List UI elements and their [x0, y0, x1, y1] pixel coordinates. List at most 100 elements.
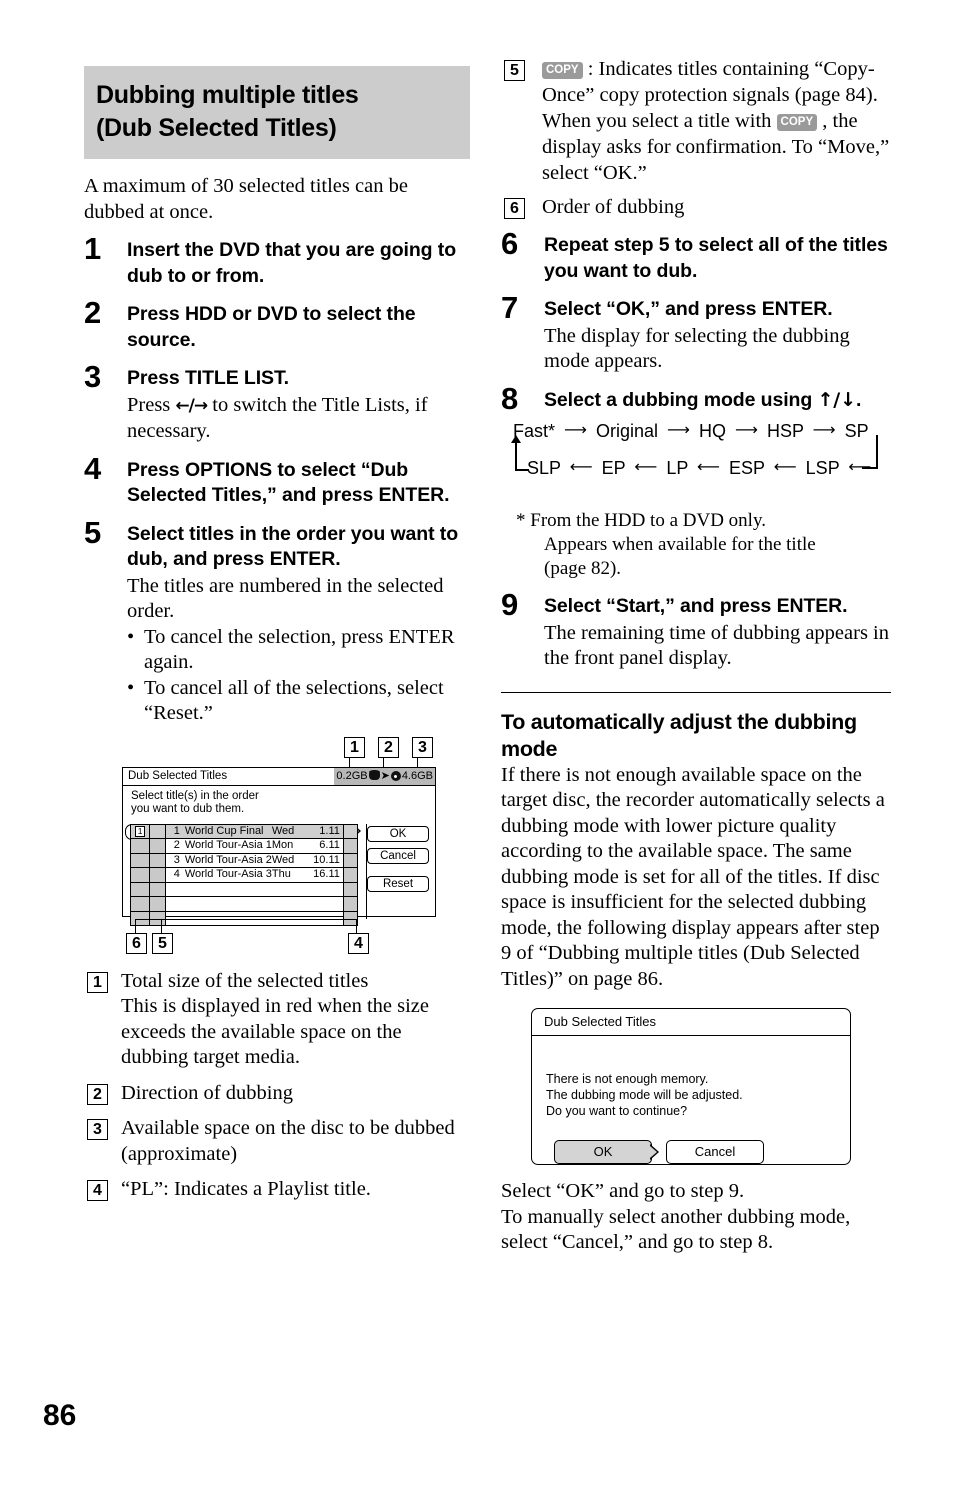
mode-original: Original [595, 421, 659, 441]
section-title-line1: Dubbing multiple titles [96, 81, 359, 109]
section-title-line2: (Dub Selected Titles) [96, 114, 337, 142]
step-9-number: 9 [501, 587, 519, 622]
table-row[interactable]: 3 World Tour-Asia 2 Wed 10.11 [129, 852, 359, 868]
right-arrow-icon: ➤ [380, 769, 390, 782]
total-size-value: 0.2GB [336, 769, 368, 782]
step-9: 9 Select “Start,” and press ENTER. The r… [501, 589, 891, 672]
copy-flag-cell [149, 823, 166, 839]
screen-instruction-line2: you want to dub them. [131, 803, 245, 815]
ok-button[interactable]: OK [367, 825, 429, 842]
dubbing-direction-indicator: ➤ [368, 769, 402, 782]
closing-line2: To manually select another dubbing mode,… [501, 1205, 851, 1254]
right-arrow-icon: ⟶ [812, 420, 836, 439]
auto-adjust-heading: To automatically adjust the dubbing mode [501, 709, 857, 761]
callout-description-5: 5 COPY : Indicates titles containing “Co… [501, 56, 891, 186]
step-2-number: 2 [84, 295, 102, 330]
cancel-button[interactable]: Cancel [367, 847, 429, 864]
step-6-heading: Repeat step 5 to select all of the title… [544, 234, 888, 282]
step-5-bullet-2: To cancel all of the selections, select … [127, 676, 470, 727]
screen-body: Select title(s) in the order you want to… [123, 786, 435, 926]
dubbing-mode-flow-diagram: Fast* ⟶ Original ⟶ HQ ⟶ HSP ⟶ SP SLP ⟵ E… [501, 420, 891, 507]
left-arrow-icon: ⟵ [773, 457, 797, 476]
table-row[interactable]: 4 World Tour-Asia 3 Thu 16.11 [129, 867, 359, 883]
callout-number-5: 5 [504, 60, 525, 81]
title-list-table[interactable]: 1 1 World Cup Final Wed 1.11 2 World Tou… [129, 823, 359, 927]
callout-marker-5: 5 [152, 932, 173, 954]
playlist-flag-cell [342, 881, 359, 897]
order-cell: 1 [129, 823, 151, 839]
order-cell [129, 896, 151, 912]
copy-flag-cell [149, 867, 166, 883]
mode-flow-footnote: * From the HDD to a DVD only. Appears wh… [501, 509, 891, 581]
playlist-flag-cell [342, 823, 359, 839]
section-title: Dubbing multiple titles (Dub Selected Ti… [84, 66, 470, 159]
callout-number-3: 3 [87, 1119, 108, 1140]
reset-button[interactable]: Reset [367, 875, 429, 892]
dialog-message-line1: There is not enough memory. [546, 1072, 709, 1086]
title-cell: 2 World Tour-Asia 1 Mon 6.11 [164, 838, 344, 854]
dialog-ok-button[interactable]: OK [554, 1140, 659, 1164]
step-7: 7 Select “OK,” and press ENTER. The disp… [501, 292, 891, 375]
row-date: 10.11 [313, 853, 340, 866]
callout-title-1: Total size of the selected titles [121, 969, 369, 992]
callout-marker-6: 6 [126, 932, 147, 954]
screen-instruction-line1: Select title(s) in the order [131, 789, 259, 802]
dialog-cancel-button[interactable]: Cancel [666, 1140, 764, 1164]
screen-buttons: OK Cancel Reset [367, 825, 429, 898]
step-3-number: 3 [84, 359, 102, 394]
screen-title-label: Dub Selected Titles [128, 769, 228, 782]
callout-title-4: “PL”: Indicates a Playlist title. [121, 1178, 371, 1200]
row-index: 4 [173, 868, 180, 881]
mode-flow-top-row: Fast* ⟶ Original ⟶ HQ ⟶ HSP ⟶ SP [513, 420, 869, 442]
mode-ep: EP [601, 458, 626, 478]
dub-dialog-figure: Dub Selected Titles There is not enough … [531, 1008, 891, 1165]
table-row[interactable] [129, 896, 359, 912]
step-1-number: 1 [84, 231, 102, 266]
row-day: Mon [271, 839, 294, 852]
device-screen: Dub Selected Titles 0.2GB ➤ 4.6GB Select… [122, 766, 436, 926]
mode-hq: HQ [698, 421, 726, 441]
left-arrow-icon: ⟵ [697, 457, 720, 476]
available-space-value: 4.6GB [401, 769, 433, 782]
copy-flag-cell [149, 881, 166, 897]
order-cell [129, 867, 151, 883]
step-9-body: The remaining time of dubbing appears in… [544, 621, 889, 670]
step-2: 2 Press HDD or DVD to select the source. [84, 297, 470, 353]
callout-leader-6 [135, 918, 136, 933]
table-row[interactable] [129, 881, 359, 897]
row-title: World Cup Final [184, 824, 264, 837]
callout-description-3: 3 Available space on the disc to be dubb… [84, 1116, 470, 1167]
mode-lsp: LSP [805, 458, 840, 478]
mode-hsp: HSP [766, 421, 804, 441]
step-4: 4 Press OPTIONS to select “Dub Selected … [84, 453, 470, 509]
playlist-flag-cell [342, 838, 359, 854]
callout-title-3: Available space on the disc to be dubbed… [121, 1117, 455, 1165]
row-date: 16.11 [313, 868, 340, 881]
mode-lp: LP [666, 458, 689, 478]
copy-once-icon: COPY [542, 62, 583, 79]
callout-leader-4 [356, 918, 357, 933]
copy-once-icon: COPY [776, 114, 818, 131]
step-9-heading: Select “Start,” and press ENTER. [544, 595, 848, 617]
flow-wrap-left-connector [515, 441, 529, 471]
dialog-message-line2: The dubbing mode will be adjusted. [546, 1088, 743, 1102]
callout-description-2: 2 Direction of dubbing [84, 1081, 470, 1107]
callout-number-1: 1 [87, 971, 108, 993]
step-7-number: 7 [501, 290, 519, 325]
title-cell: 1 World Cup Final Wed 1.11 [164, 823, 344, 839]
step-8-heading-post: . [855, 388, 862, 411]
callout-desc-1: This is displayed in red when the size e… [121, 995, 430, 1068]
right-arrow-icon: ⟶ [735, 420, 758, 439]
mode-esp: ESP [729, 458, 765, 478]
order-badge: 1 [135, 826, 145, 838]
table-row[interactable]: 2 World Tour-Asia 1 Mon 6.11 [129, 838, 359, 854]
row-index: 1 [173, 824, 180, 837]
callout-marker-4: 4 [348, 932, 369, 954]
right-column: 5 COPY : Indicates titles containing “Co… [501, 56, 891, 1256]
step-7-heading: Select “OK,” and press ENTER. [544, 298, 833, 320]
step-1: 1 Insert the DVD that you are going to d… [84, 233, 470, 289]
table-row[interactable]: 1 1 World Cup Final Wed 1.11 [129, 823, 359, 839]
callout-leader-line [135, 918, 357, 920]
callout-leader-5 [161, 918, 162, 933]
dialog-message: There is not enough memory. The dubbing … [546, 1071, 743, 1119]
